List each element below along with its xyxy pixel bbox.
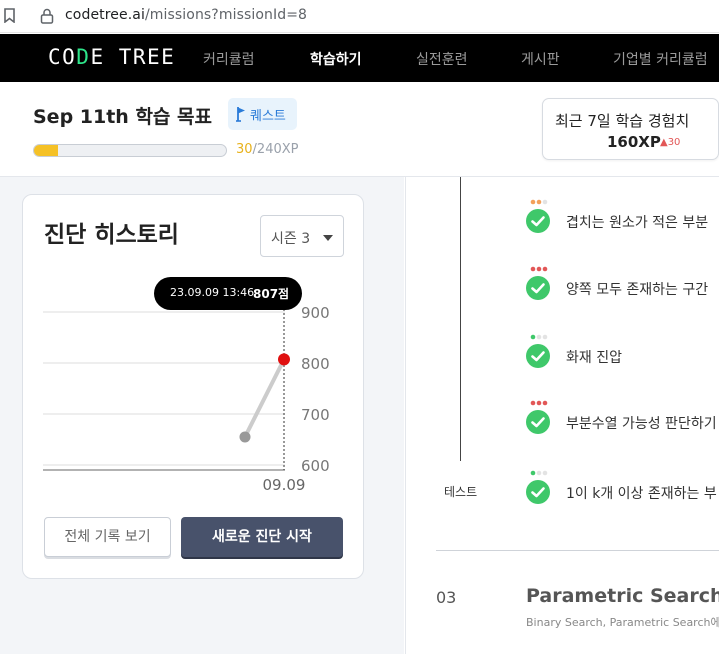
nav-item-board[interactable]: 게시판 — [521, 49, 560, 69]
difficulty-dot — [536, 334, 542, 340]
season-select[interactable]: 시즌 3 — [260, 215, 344, 257]
check-circle-icon — [526, 276, 550, 300]
problem-tag: 테스트 — [444, 485, 478, 499]
goal-bar: Sep 11th 학습 목표 퀘스트 30/240XP 최근 7일 학습 경험치… — [0, 82, 719, 177]
problem-title: 겹치는 원소가 적은 부분 — [566, 215, 709, 231]
problem-row[interactable]: 겹치는 원소가 적은 부분 — [406, 199, 719, 249]
section-divider — [436, 550, 719, 551]
difficulty-dot — [530, 400, 536, 406]
difficulty-dot — [530, 334, 536, 340]
history-title: 진단 히스토리 — [44, 222, 179, 248]
difficulty-dots — [530, 470, 548, 476]
section-title[interactable]: Parametric Search — [526, 585, 719, 607]
problem-row[interactable]: 부분수열 가능성 판단하기 — [406, 400, 719, 450]
y-tick-label: 800 — [301, 355, 330, 373]
top-nav: CODE TREE 커리큘럼 학습하기 실전훈련 게시판 기업별 커리큘럼 — [0, 34, 719, 82]
nav-item-company-curriculum[interactable]: 기업별 커리큘럼 — [613, 49, 708, 69]
history-card: 진단 히스토리 시즌 3 900 800 700 600 09.09 23.09.09 … — [22, 194, 364, 579]
difficulty-dot — [542, 266, 548, 272]
difficulty-dots — [530, 334, 548, 340]
difficulty-dot — [530, 470, 536, 476]
difficulty-dot — [542, 470, 548, 476]
difficulty-dot — [536, 199, 542, 205]
difficulty-dots — [530, 266, 548, 272]
tooltip-score: 807점 — [253, 287, 290, 301]
x-tick-label: 09.09 — [263, 476, 306, 494]
weekly-xp-value: 160XP — [607, 133, 661, 151]
check-circle-icon — [526, 480, 550, 504]
weekly-xp-card: 최근 7일 학습 경험치 160XP ▲30 — [542, 98, 719, 160]
problem-title: 부분수열 가능성 판단하기 — [566, 416, 717, 432]
difficulty-dots — [530, 199, 548, 205]
section-description: Binary Search, Parametric Search에 대 — [526, 616, 719, 629]
problem-row[interactable]: 1이 k개 이상 존재하는 부 테스트 — [406, 470, 719, 520]
bookmark-icon[interactable] — [4, 8, 15, 23]
quest-button[interactable]: 퀘스트 — [228, 98, 297, 130]
check-circle-icon — [526, 209, 550, 233]
caret-down-icon — [323, 235, 333, 241]
nav-item-practice[interactable]: 실전훈련 — [416, 49, 468, 69]
y-tick-label: 700 — [301, 406, 330, 424]
problem-list-panel: 겹치는 원소가 적은 부분양쪽 모두 존재하는 구간화재 진압부분수열 가능성 … — [405, 177, 719, 654]
lock-icon — [40, 8, 54, 24]
y-tick-label: 900 — [301, 304, 330, 322]
url-text[interactable]: codetree.ai/missions?missionId=8 — [65, 7, 307, 23]
y-tick-label: 600 — [301, 457, 330, 475]
difficulty-dot — [530, 266, 536, 272]
address-bar[interactable]: codetree.ai/missions?missionId=8 — [0, 0, 719, 33]
start-new-diagnosis-button[interactable]: 새로운 진단 시작 — [181, 517, 343, 557]
nav-item-learn[interactable]: 학습하기 — [310, 49, 362, 69]
logo[interactable]: CODE TREE — [48, 45, 175, 69]
left-panel: 진단 히스토리 시즌 3 900 800 700 600 09.09 23.09.09 … — [0, 177, 404, 654]
problem-title: 1이 k개 이상 존재하는 부 — [566, 486, 717, 502]
difficulty-dot — [542, 400, 548, 406]
data-point-latest — [278, 353, 290, 366]
difficulty-dot — [542, 199, 548, 205]
quest-label: 퀘스트 — [250, 109, 286, 124]
section-number: 03 — [436, 588, 457, 607]
flag-icon — [236, 107, 245, 122]
difficulty-dot — [536, 470, 542, 476]
tooltip-date: 23.09.09 13:46 — [170, 286, 255, 299]
data-point-previous — [239, 431, 251, 443]
weekly-xp-delta: ▲30 — [660, 137, 681, 148]
view-all-records-button[interactable]: 전체 기록 보기 — [44, 517, 171, 557]
chart-tooltip: 23.09.09 13:46 807점 — [154, 277, 302, 310]
check-circle-icon — [526, 410, 550, 434]
goal-title: Sep 11th 학습 목표 — [33, 106, 212, 128]
weekly-xp-label: 최근 7일 학습 경험치 — [555, 112, 690, 130]
problem-title: 양쪽 모두 존재하는 구간 — [566, 282, 709, 298]
check-circle-icon — [526, 344, 550, 368]
progress-fill — [34, 145, 58, 156]
difficulty-dot — [542, 334, 548, 340]
difficulty-dot — [536, 400, 542, 406]
nav-item-curriculum[interactable]: 커리큘럼 — [203, 49, 255, 69]
problem-title: 화재 진압 — [566, 350, 622, 366]
difficulty-dot — [536, 266, 542, 272]
goal-progress-bar — [33, 144, 227, 157]
series-line — [243, 357, 286, 439]
season-label: 시즌 3 — [271, 231, 311, 247]
problem-row[interactable]: 양쪽 모두 존재하는 구간 — [406, 266, 719, 316]
xp-text: 30/240XP — [236, 142, 299, 157]
difficulty-dot — [530, 199, 536, 205]
problem-row[interactable]: 화재 진압 — [406, 334, 719, 384]
difficulty-dots — [530, 400, 548, 406]
